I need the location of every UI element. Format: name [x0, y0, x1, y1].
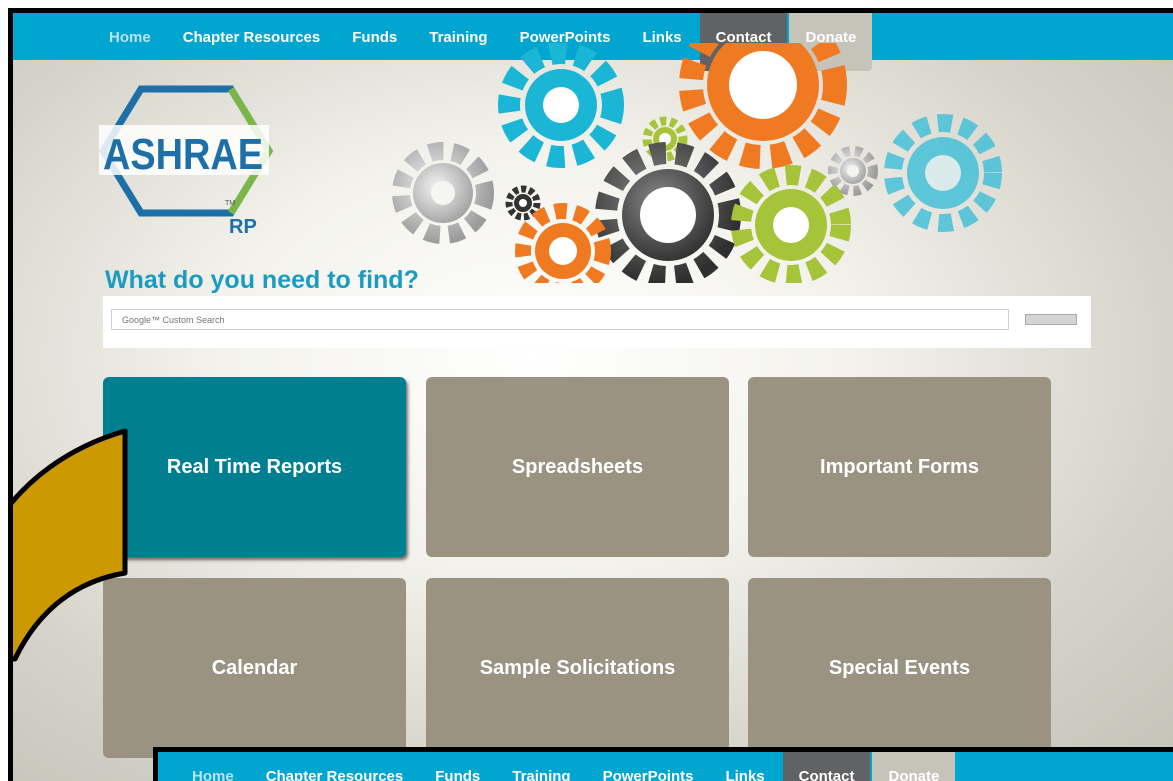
logo-subtitle: RP — [229, 216, 257, 238]
tile-spreadsheets[interactable]: Spreadsheets — [426, 377, 729, 557]
gear-gray-right — [828, 146, 878, 196]
callout-arrow-shape — [13, 428, 128, 662]
logo-wordmark: ASHRAE — [103, 130, 263, 179]
tile-sample-solicitations[interactable]: Sample Solicitations — [426, 578, 729, 758]
nav-funds[interactable]: Funds — [419, 752, 496, 781]
nav-links[interactable]: Links — [709, 752, 780, 781]
page-frame: Home Chapter Resources Funds Training Po… — [8, 8, 1173, 781]
nav-home[interactable]: Home — [176, 752, 250, 781]
tile-real-time-reports[interactable]: Real Time Reports — [103, 377, 406, 557]
gear-green-large — [731, 165, 851, 283]
nav-powerpoints[interactable]: PowerPoints — [587, 752, 710, 781]
ashrae-logo[interactable]: ASHRAE TM RP — [99, 81, 289, 241]
gears-banner-image — [392, 43, 1002, 283]
gear-blue-top — [498, 43, 624, 168]
search-heading: What do you need to find? — [105, 266, 419, 294]
nav-donate[interactable]: Donate — [872, 752, 956, 781]
gear-dark-center — [595, 142, 741, 283]
gear-gray-left — [392, 142, 494, 244]
gear-orange-bottom — [515, 203, 611, 283]
tile-special-events[interactable]: Special Events — [748, 578, 1051, 758]
nav-chapter-resources[interactable]: Chapter Resources — [250, 752, 420, 781]
search-panel — [103, 296, 1091, 348]
nav-chapter-resources[interactable]: Chapter Resources — [167, 13, 337, 60]
duplicate-main-nav: Home Chapter Resources Funds Training Po… — [176, 752, 956, 781]
google-search-input[interactable] — [111, 309, 1009, 330]
logo-trademark: TM — [225, 200, 235, 207]
nav-training[interactable]: Training — [496, 752, 586, 781]
search-button[interactable] — [1025, 314, 1077, 325]
nav-contact[interactable]: Contact — [782, 752, 871, 781]
gear-orange-large — [679, 43, 847, 169]
duplicate-nav-bar: Home Chapter Resources Funds Training Po… — [153, 747, 1173, 781]
tile-calendar[interactable]: Calendar — [103, 578, 406, 758]
gear-blue-right — [884, 114, 1002, 232]
tile-important-forms[interactable]: Important Forms — [748, 377, 1051, 557]
nav-home[interactable]: Home — [93, 13, 167, 60]
gear-dark-small — [505, 185, 541, 221]
